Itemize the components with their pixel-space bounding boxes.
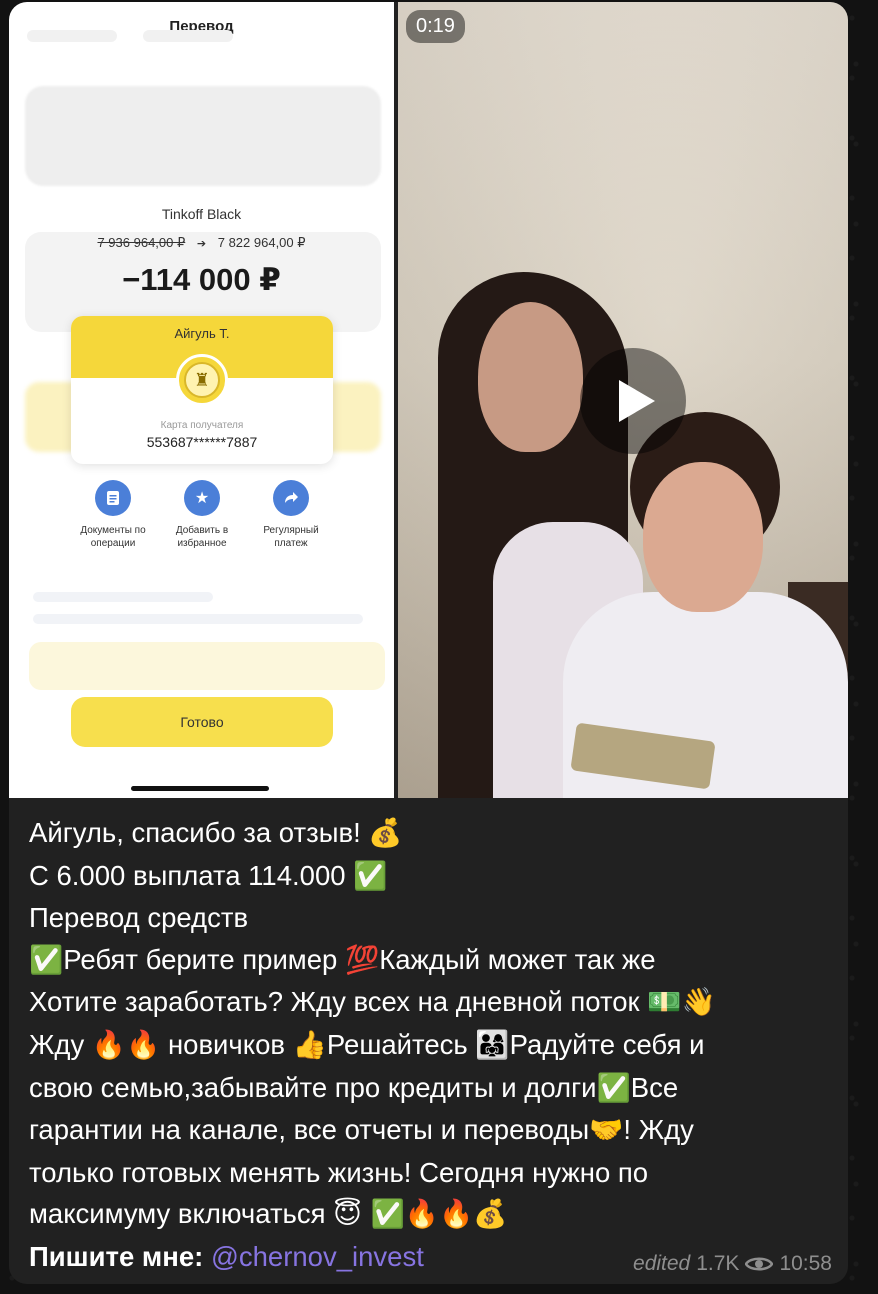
eye-icon bbox=[745, 1257, 774, 1271]
fire-emoji: 🔥🔥 bbox=[91, 1028, 161, 1061]
message-text: Айгуль, спасибо за отзыв! 💰 С 6.000 выпл… bbox=[29, 812, 829, 1278]
blurred-yellow-button bbox=[29, 642, 385, 690]
recipient-card: Айгуль Т. ♜ Карта получателя 553687*****… bbox=[71, 316, 333, 464]
action-label: Добавить в избранное bbox=[175, 525, 229, 549]
video-thumbnail[interactable]: 0:19 bbox=[398, 2, 848, 798]
recipient-label: Карта получателя bbox=[160, 420, 244, 431]
caption-line: ✅Ребят берите пример 💯Каждый может так ж… bbox=[29, 939, 829, 982]
card-name: Tinkoff Black bbox=[161, 206, 242, 222]
bank-logo-icon: ♜ bbox=[176, 354, 228, 406]
action-recurring[interactable]: Регулярный платеж bbox=[249, 480, 333, 550]
woman-face bbox=[478, 302, 583, 452]
angel-check-fire-emoji: 😇 ✅🔥🔥💰 bbox=[333, 1198, 508, 1231]
transfer-amount: −114 000 ₽ bbox=[122, 262, 281, 297]
caption-line: максимуму включаться 😇 ✅🔥🔥💰 bbox=[29, 1193, 829, 1236]
caption-line: Жду 🔥🔥 новичков 👍Решайтесь 👨‍👩‍👧Радуйте … bbox=[29, 1024, 829, 1067]
child-face bbox=[643, 462, 763, 612]
text-span: Все bbox=[630, 1071, 679, 1103]
caption-line: только готовых менять жизнь! Сегодня нуж… bbox=[29, 1156, 649, 1188]
contact-label: Пишите мне: bbox=[29, 1240, 204, 1272]
caption-line: свою семью,забывайте про кредиты и долги… bbox=[29, 1067, 829, 1110]
check-emoji: ✅ bbox=[29, 943, 64, 976]
check-emoji: ✅ bbox=[596, 1071, 631, 1104]
text-span: Жду bbox=[29, 1028, 92, 1060]
message-meta: edited 1.7K 10:58 bbox=[633, 1252, 832, 1276]
action-label: Регулярный платеж bbox=[263, 525, 319, 549]
text-span: С 6.000 выплата 114.000 bbox=[29, 859, 354, 891]
caption-line: Айгуль, спасибо за отзыв! 💰 bbox=[29, 812, 829, 855]
balance-old: 7 936 964,00 ₽ bbox=[97, 235, 186, 250]
money-wave-emoji: 💵👋 bbox=[647, 986, 716, 1019]
blurred-line bbox=[33, 614, 363, 624]
text-span: максимуму включаться bbox=[29, 1198, 334, 1230]
text-span: гарантии на канале, все отчеты и перевод… bbox=[29, 1114, 590, 1146]
action-documents[interactable]: Документы по операции bbox=[71, 480, 155, 550]
text-span: Решайтесь bbox=[326, 1028, 476, 1060]
check-emoji: ✅ bbox=[353, 859, 388, 892]
handshake-emoji: 🤝 bbox=[589, 1114, 624, 1147]
repeat-icon bbox=[273, 480, 309, 516]
caption-line: Перевод средств bbox=[29, 902, 249, 934]
transfer-screenshot[interactable]: Перевод Tinkoff Black 7 936 964,00 ₽ ➔ 7… bbox=[9, 2, 394, 798]
arrow-right-icon: ➔ bbox=[196, 238, 207, 250]
play-button[interactable] bbox=[580, 348, 686, 454]
text-span: Хотите заработать? Жду всех на дневной п… bbox=[29, 986, 648, 1018]
money-bag-emoji: 💰 bbox=[368, 817, 403, 849]
video-duration: 0:19 bbox=[406, 10, 465, 43]
operation-actions: Документы по операции ★ Добавить в избра… bbox=[71, 480, 333, 550]
message-time: 10:58 bbox=[779, 1252, 832, 1275]
action-favorite[interactable]: ★ Добавить в избранное bbox=[160, 480, 244, 550]
hundred-emoji: 💯 bbox=[344, 943, 380, 976]
text-span: Ребят берите пример bbox=[63, 943, 345, 975]
thumbs-up-emoji: 👍 bbox=[292, 1028, 327, 1061]
caption-line: Хотите заработать? Жду всех на дневной п… bbox=[29, 981, 829, 1024]
caption-line: гарантии на канале, все отчеты и перевод… bbox=[29, 1109, 829, 1152]
action-label: Документы по операции bbox=[80, 525, 146, 549]
document-icon bbox=[95, 480, 131, 516]
text-span: свою семью,забывайте про кредиты и долги bbox=[29, 1071, 597, 1103]
blurred-card-area bbox=[25, 86, 381, 186]
recipient-card-number: 553687******7887 bbox=[146, 434, 258, 450]
balance-new: 7 822 964,00 ₽ bbox=[217, 235, 306, 250]
text-span: Радуйте себя и bbox=[509, 1028, 705, 1060]
text-span: новичков bbox=[160, 1028, 293, 1060]
play-icon bbox=[619, 380, 655, 422]
contact-link[interactable]: @chernov_invest bbox=[211, 1241, 424, 1272]
star-icon: ★ bbox=[184, 480, 220, 516]
media-album[interactable]: Перевод Tinkoff Black 7 936 964,00 ₽ ➔ 7… bbox=[9, 2, 848, 798]
balance-row: 7 936 964,00 ₽ ➔ 7 822 964,00 ₽ bbox=[9, 235, 394, 251]
caption-line: С 6.000 выплата 114.000 ✅ bbox=[29, 855, 829, 898]
family-emoji: 👨‍👩‍👧 bbox=[475, 1028, 510, 1061]
blurred-header bbox=[27, 30, 277, 48]
done-button[interactable]: Готово bbox=[71, 697, 333, 747]
view-count: 1.7K bbox=[696, 1252, 740, 1275]
text-span: ! Жду bbox=[623, 1114, 694, 1146]
blurred-line bbox=[33, 592, 213, 602]
edited-label: edited bbox=[633, 1252, 691, 1275]
text-span: Айгуль, спасибо за отзыв! bbox=[29, 817, 369, 848]
home-indicator bbox=[131, 786, 269, 791]
message-bubble[interactable]: Перевод Tinkoff Black 7 936 964,00 ₽ ➔ 7… bbox=[9, 2, 848, 1284]
recipient-name: Айгуль Т. bbox=[174, 326, 230, 341]
text-span: Каждый может так же bbox=[379, 943, 656, 975]
